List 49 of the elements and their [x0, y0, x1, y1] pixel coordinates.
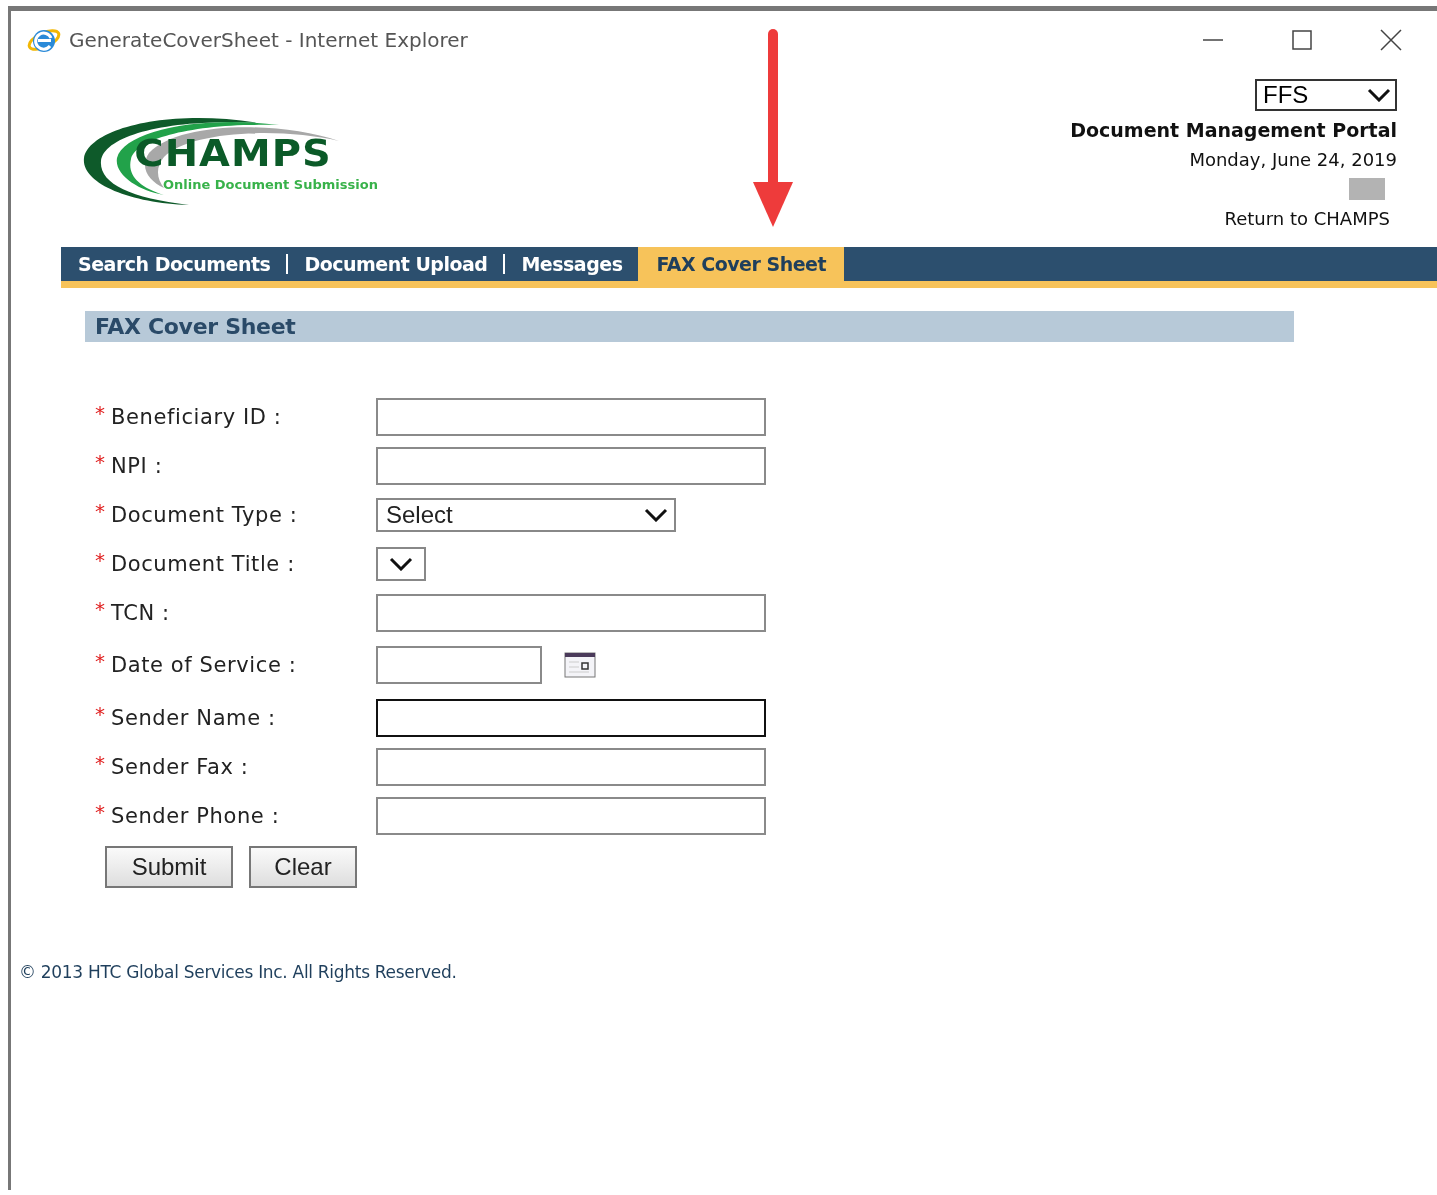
required-mark: *	[95, 449, 105, 474]
dropdown[interactable]	[376, 546, 426, 581]
nav-tab[interactable]: Messages	[513, 247, 631, 281]
field-label: Sender Phone :	[111, 803, 280, 828]
required-mark: *	[95, 701, 105, 726]
field-label: Sender Name :	[111, 705, 276, 730]
input-field[interactable]	[376, 397, 766, 436]
program-select[interactable]: FFS	[1255, 79, 1397, 111]
logo-tagline: Online Document Submission	[163, 177, 378, 192]
required-mark: *	[95, 596, 105, 621]
field-label: Date of Service :	[111, 653, 297, 677]
placeholder-image-icon	[1349, 178, 1385, 200]
field-label: NPI :	[111, 453, 163, 478]
form-button[interactable]: Clear	[249, 846, 357, 888]
calendar-icon[interactable]	[564, 652, 596, 678]
required-mark: *	[95, 547, 105, 572]
form-button[interactable]: Submit	[105, 846, 233, 888]
section-title: FAX Cover Sheet	[95, 314, 296, 339]
close-icon[interactable]	[1380, 29, 1402, 51]
portal-title: Document Management Portal	[1070, 119, 1397, 141]
date-field[interactable]	[376, 646, 542, 684]
caret-icon	[644, 507, 668, 522]
logo-wordmark: CHAMPS	[134, 131, 332, 175]
input-field[interactable]	[376, 796, 766, 835]
return-link[interactable]: Return to CHAMPS	[1224, 208, 1390, 229]
maximize-icon[interactable]	[1291, 29, 1313, 51]
input-field[interactable]	[376, 593, 766, 632]
nav-tab[interactable]: FAX Cover Sheet	[638, 247, 845, 281]
required-mark: *	[95, 649, 105, 673]
required-mark: *	[95, 750, 105, 775]
input-field[interactable]	[376, 446, 766, 485]
caret-icon	[389, 556, 413, 571]
nav-tab[interactable]: Document Upload	[296, 247, 496, 281]
current-date: Monday, June 24, 2019	[1189, 149, 1397, 170]
required-mark: *	[95, 400, 105, 425]
field-label: TCN :	[111, 600, 170, 625]
dropdown[interactable]: Select	[376, 497, 676, 532]
nav-tab[interactable]: Search Documents	[61, 247, 279, 281]
input-field[interactable]	[376, 747, 766, 786]
input-field[interactable]	[376, 698, 766, 737]
field-label: Document Type :	[111, 502, 298, 527]
copyright-text: © 2013 HTC Global Services Inc. All Rights Reserved.	[19, 962, 458, 982]
window-title: GenerateCoverSheet - Internet Explorer	[69, 28, 468, 52]
field-label: Beneficiary ID :	[111, 404, 282, 429]
required-mark: *	[95, 498, 105, 523]
field-label: Sender Fax :	[111, 754, 249, 779]
caret-icon	[1367, 88, 1391, 102]
required-mark: *	[95, 799, 105, 824]
field-label: Document Title :	[111, 551, 295, 576]
